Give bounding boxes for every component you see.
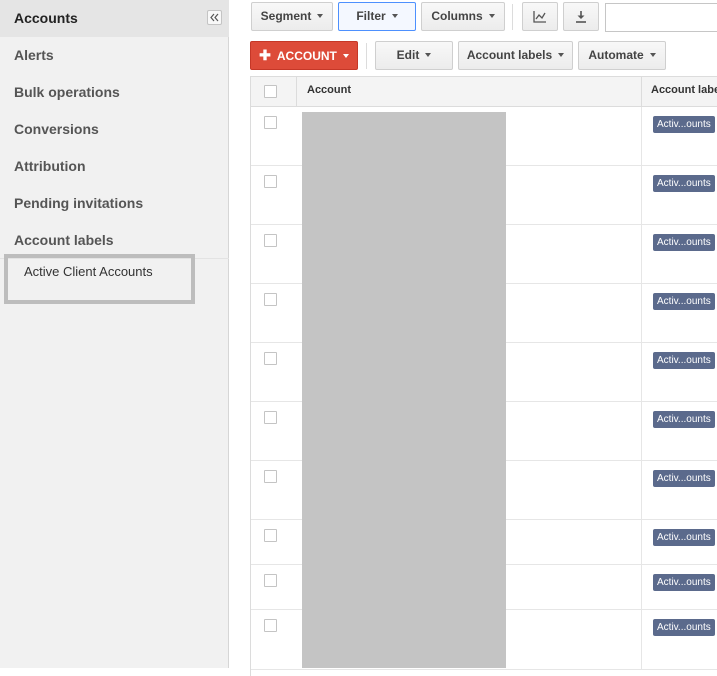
- column-divider: [641, 77, 642, 107]
- left-sidebar: Accounts Alerts Bulk operations Conversi…: [0, 0, 229, 668]
- row-checkbox[interactable]: [264, 470, 277, 483]
- chevron-down-icon: [488, 13, 495, 18]
- filter-button-label: Filter: [356, 9, 386, 23]
- row-checkbox[interactable]: [264, 234, 277, 247]
- row-checkbox[interactable]: [264, 529, 277, 542]
- account-labels-button[interactable]: Account labels: [458, 41, 573, 70]
- account-label-badge[interactable]: Activ...ounts: [653, 574, 715, 591]
- row-checkbox[interactable]: [264, 293, 277, 306]
- chart-icon: [533, 11, 546, 23]
- column-header-account-labels[interactable]: Account labels: [651, 84, 717, 96]
- sidebar-item-pending-invitations[interactable]: Pending invitations: [0, 185, 229, 222]
- automate-button[interactable]: Automate: [578, 41, 666, 70]
- sidebar-item-attribution[interactable]: Attribution: [0, 148, 229, 185]
- row-checkbox[interactable]: [264, 574, 277, 587]
- account-label-badge[interactable]: Activ...ounts: [653, 411, 715, 428]
- sidebar-item-label: Bulk operations: [14, 84, 120, 100]
- account-label-badge[interactable]: Activ...ounts: [653, 293, 715, 310]
- sidebar-item-label: Pending invitations: [14, 195, 144, 211]
- account-label-badge[interactable]: Activ...ounts: [653, 234, 715, 251]
- sidebar-item-label: Accounts: [14, 10, 78, 26]
- edit-button-label: Edit: [396, 48, 420, 62]
- select-all-checkbox[interactable]: [264, 85, 277, 98]
- sidebar-item-accounts[interactable]: Accounts: [0, 0, 229, 37]
- add-account-label: ACCOUNT: [276, 49, 337, 63]
- row-checkbox[interactable]: [264, 352, 277, 365]
- sidebar-item-alerts[interactable]: Alerts: [0, 37, 229, 74]
- account-label-badge[interactable]: Activ...ounts: [653, 529, 715, 546]
- chevron-down-icon: [391, 13, 398, 18]
- automate-button-label: Automate: [588, 48, 644, 62]
- chevron-down-icon: [425, 52, 432, 57]
- segment-button-label: Segment: [260, 9, 312, 23]
- segment-button[interactable]: Segment: [251, 2, 333, 31]
- sidebar-item-conversions[interactable]: Conversions: [0, 111, 229, 148]
- column-header-account[interactable]: Account: [307, 84, 351, 96]
- sidebar-item-label: Alerts: [14, 47, 54, 63]
- row-checkbox[interactable]: [264, 175, 277, 188]
- account-label-badge[interactable]: Activ...ounts: [653, 470, 715, 487]
- row-checkbox[interactable]: [264, 619, 277, 632]
- row-checkbox[interactable]: [264, 116, 277, 129]
- account-label-badge[interactable]: Activ...ounts: [653, 352, 715, 369]
- sidebar-item-label: Attribution: [14, 158, 86, 174]
- chart-toggle-button[interactable]: [522, 2, 558, 31]
- collapse-sidebar-button[interactable]: [207, 10, 222, 25]
- toolbar-divider: [512, 4, 513, 30]
- table-header: Account Account labels: [251, 76, 717, 107]
- chevron-down-icon: [342, 53, 349, 58]
- columns-button[interactable]: Columns: [421, 2, 505, 31]
- double-chevron-left-icon: [210, 13, 219, 22]
- columns-button-label: Columns: [431, 9, 483, 23]
- account-label-badge[interactable]: Activ...ounts: [653, 175, 715, 192]
- redacted-account-names: [302, 112, 506, 668]
- sidebar-item-label: Conversions: [14, 121, 99, 137]
- account-label-badge[interactable]: Activ...ounts: [653, 619, 715, 636]
- download-icon: [576, 11, 586, 23]
- sidebar-item-bulk-operations[interactable]: Bulk operations: [0, 74, 229, 111]
- search-input[interactable]: [605, 3, 717, 32]
- download-button[interactable]: [563, 2, 599, 31]
- add-account-button[interactable]: ✚ ACCOUNT: [250, 41, 358, 70]
- column-divider: [296, 77, 297, 107]
- chevron-down-icon: [649, 52, 656, 57]
- row-checkbox[interactable]: [264, 411, 277, 424]
- chevron-down-icon: [558, 52, 565, 57]
- edit-button[interactable]: Edit: [375, 41, 453, 70]
- action-divider: [366, 43, 367, 69]
- plus-icon: ✚: [259, 47, 271, 63]
- chevron-down-icon: [317, 13, 324, 18]
- highlight-box: [4, 254, 195, 304]
- account-label-badge[interactable]: Activ...ounts: [653, 116, 715, 133]
- account-labels-button-label: Account labels: [466, 48, 553, 62]
- sidebar-item-label: Account labels: [14, 232, 114, 248]
- filter-button[interactable]: Filter: [338, 2, 416, 31]
